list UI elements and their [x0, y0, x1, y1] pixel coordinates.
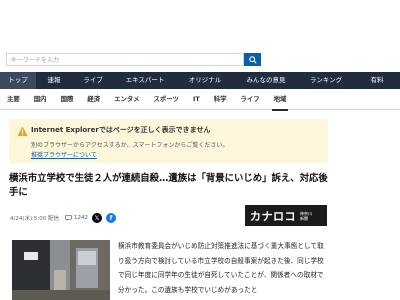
article-body: 横浜市教育委員会がいじめ防止対策推進法に基づく重大事態として取り扱う方向で検討し… — [118, 242, 324, 295]
source-logo[interactable]: カナロコ 神奈川新聞 — [245, 205, 327, 226]
site-header — [0, 0, 400, 50]
x-share-button[interactable]: 𝕏 — [92, 213, 102, 223]
global-nav-item-expert[interactable]: エキスパート — [114, 72, 176, 89]
article-headline: 横浜市立学校で生徒２人が連続自殺…遺族は「背景にいじめ」訴え、対応後手に — [9, 173, 328, 198]
global-nav-item-original[interactable]: オリジナル — [176, 72, 234, 89]
article-meta: 4/24(水) 5:00 配信 1242 𝕏 f — [10, 213, 116, 223]
category-nav-item-science[interactable]: 科学 — [207, 89, 234, 110]
notice-description: 別のブラウザーからアクセスするか、スマートフォンからご覧ください。 — [31, 142, 229, 149]
global-nav-item-live[interactable]: ライブ — [72, 72, 114, 89]
article-photo[interactable] — [12, 240, 110, 300]
category-nav-item-sports[interactable]: スポーツ — [147, 89, 186, 110]
search-icon — [248, 55, 257, 64]
browser-notice: Internet Explorerではページを正しく表示できません 別のブラウザ… — [9, 119, 328, 163]
warning-icon — [17, 126, 28, 137]
comments-link[interactable]: 1242 — [65, 215, 88, 221]
facebook-logo-icon: f — [109, 214, 113, 222]
search-button[interactable] — [244, 53, 261, 66]
global-nav-item-paid[interactable]: 有料 — [354, 72, 400, 89]
comment-icon — [65, 215, 72, 221]
category-nav-item-local[interactable]: 地域 — [267, 89, 294, 111]
category-nav-item-it[interactable]: IT — [186, 89, 207, 110]
global-nav-item-ranking[interactable]: ランキング — [298, 72, 354, 89]
x-logo-icon: 𝕏 — [94, 214, 100, 222]
search-input[interactable]: キーワードを入力 — [6, 53, 244, 66]
category-nav-item-economy[interactable]: 経済 — [80, 89, 107, 110]
search-placeholder: キーワードを入力 — [11, 57, 60, 64]
facebook-share-button[interactable]: f — [106, 213, 116, 223]
global-nav-item-top[interactable]: トップ — [0, 72, 36, 89]
source-logo-main: カナロコ — [250, 209, 296, 223]
global-nav-item-breaking[interactable]: 速報 — [36, 72, 72, 89]
article-date: 4/24(水) 5:00 配信 — [10, 216, 59, 222]
category-nav-item-entertainment[interactable]: エンタメ — [107, 89, 146, 110]
school-hallway-image — [12, 240, 110, 300]
global-nav-item-opinions[interactable]: みんなの意見 — [234, 72, 298, 89]
category-nav-item-domestic[interactable]: 国内 — [27, 89, 54, 110]
category-nav-item-life[interactable]: ライフ — [233, 89, 266, 110]
source-logo-sub: 神奈川新聞 — [300, 210, 312, 221]
recommended-browser-link[interactable]: 推奨ブラウザーについて — [31, 150, 97, 159]
global-nav: トップ 速報 ライブ エキスパート オリジナル みんなの意見 ランキング 有料 — [0, 72, 400, 89]
comment-count: 1242 — [74, 215, 88, 221]
category-nav-item-main[interactable]: 主要 — [0, 89, 27, 110]
category-nav: 主要 国内 国際 経済 エンタメ スポーツ IT 科学 ライフ 地域 — [0, 89, 400, 111]
category-nav-item-world[interactable]: 国際 — [54, 89, 81, 110]
notice-title: Internet Explorerではページを正しく表示できません — [31, 126, 211, 134]
